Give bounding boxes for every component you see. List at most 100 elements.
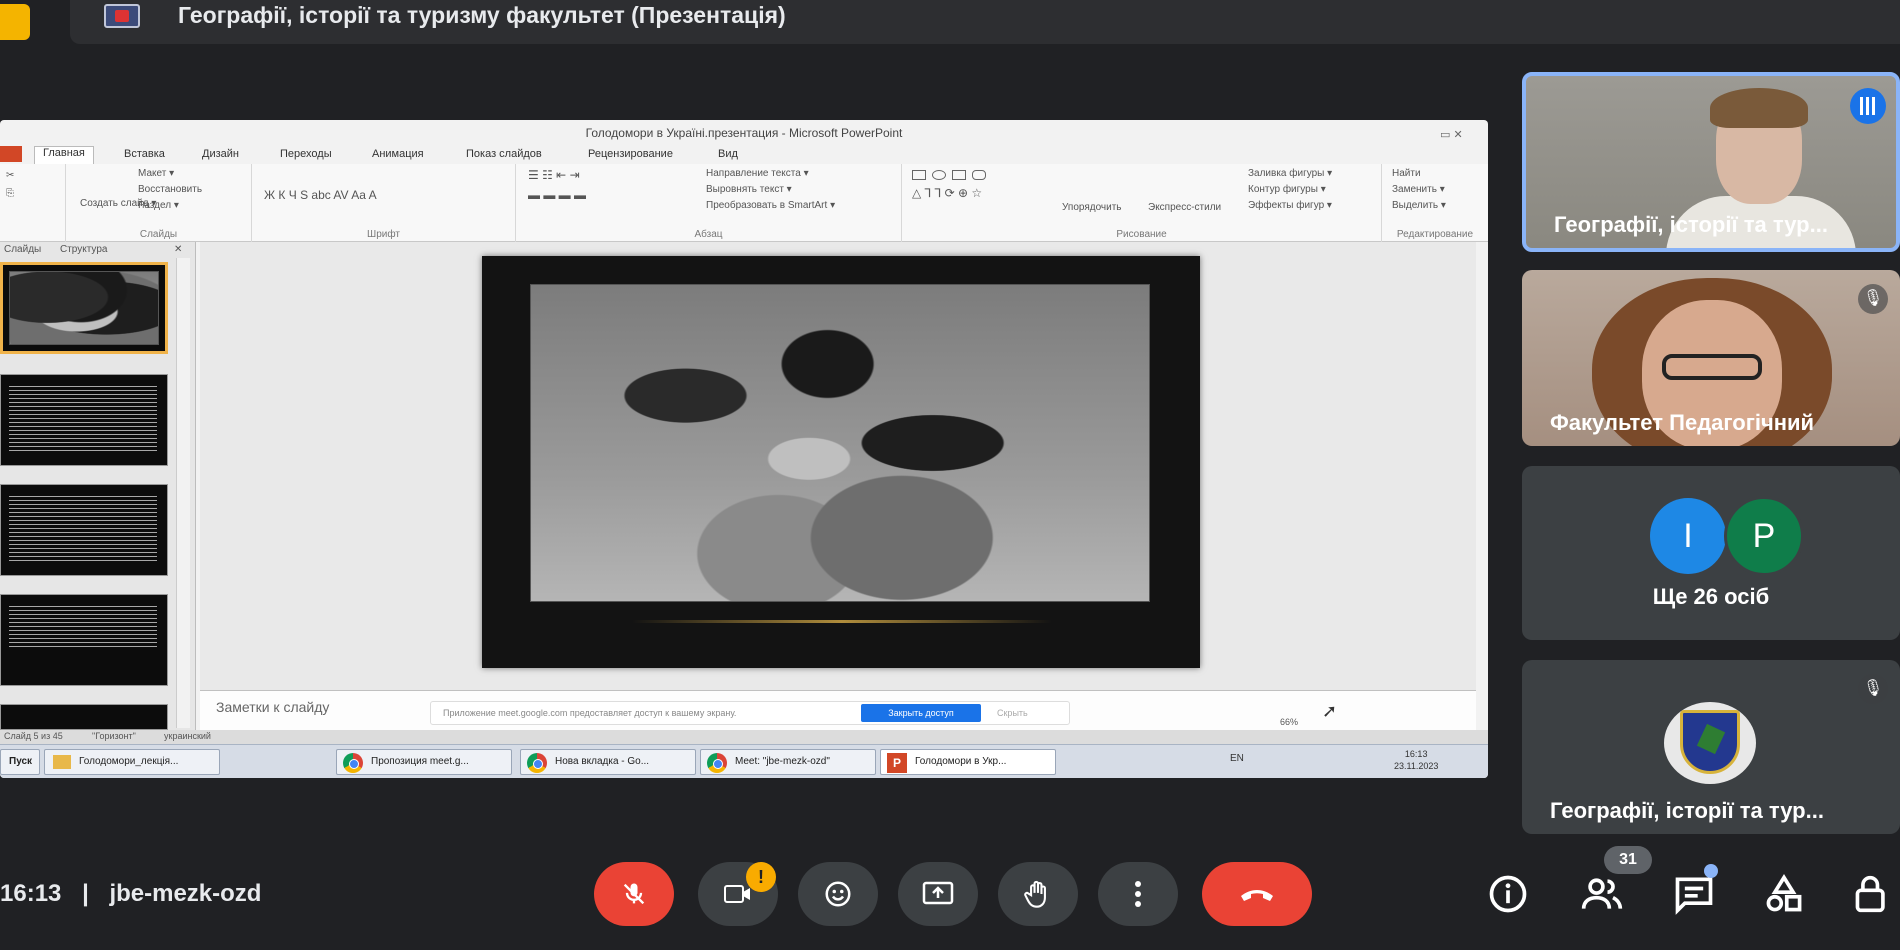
powerpoint-icon: P [887,753,907,773]
camera-warning-badge: ! [746,862,776,892]
people-icon [1581,878,1623,909]
present-button[interactable] [898,862,978,926]
text-direction-button: Направление текста ▾ [706,168,809,179]
chrome-icon [527,753,547,773]
avatar: I [1650,498,1726,574]
find-button: Найти [1392,168,1421,179]
participant-video [1710,88,1808,204]
decorative-line [632,620,1052,623]
quick-styles-button: Экспресс-стили [1148,202,1222,213]
share-notice-text: Приложение meet.google.com предоставляет… [443,708,737,718]
meeting-details-button[interactable] [1486,872,1530,916]
hand-icon [1024,880,1046,908]
slide-editing-area [200,242,1476,690]
ppt-status-bar: Слайд 5 из 45 "Горизонт" украинский [0,730,1488,744]
close-icon: ✕ [174,244,183,255]
taskbar-item-chrome: Meet: "jbe-mezk-ozd" [700,749,876,775]
ppt-tab-transitions: Переходы [280,148,332,160]
others-tile[interactable]: I P Ще 26 осіб [1522,466,1900,640]
mouse-cursor-icon: ➚ [1322,701,1338,721]
layout-button: Макет ▾ [138,168,175,179]
panel-tab-slides: Слайды [4,244,42,255]
smartart-button: Преобразовать в SmartArt ▾ [706,200,836,211]
thumbnail-scrollbar [176,258,190,728]
participant-tile[interactable]: Географії, історії та тур... [1522,72,1900,252]
current-slide [482,256,1200,668]
slide-thumbnail [0,262,168,354]
taskbar-clock: 16:13 23.11.2023 [1394,748,1438,772]
emoji-icon [825,881,851,907]
reset-button: Восстановить [138,184,203,195]
hang-up-icon [1241,890,1273,901]
language: украинский [164,731,211,741]
mic-toggle-button[interactable] [594,862,674,926]
shape-effects-button: Эффекты фигур ▾ [1248,200,1332,211]
tray-language: EN [1230,753,1244,764]
notes-pane: Заметки к слайду Приложение meet.google.… [200,690,1476,730]
paragraph-group: ☰ ☷ ⇤ ⇥ ▬ ▬ ▬ ▬ Направление текста ▾ Выр… [516,164,902,242]
chat-icon [1675,877,1713,915]
taskbar-item-chrome: Пропозиция meet.g... [336,749,512,775]
slides-group-label: Слайды [139,229,178,240]
shield-icon[interactable] [0,4,30,40]
chat-button[interactable] [1672,872,1716,916]
more-vert-icon [1135,881,1141,907]
thumbnail-text [9,383,157,453]
leave-call-button[interactable] [1202,862,1312,926]
shapes-gallery: △ ⅂ ⅂ ⟳ ⊕ ☆ [912,186,983,200]
shape-rounded-icon [972,170,986,180]
ppt-ribbon-tabs: Главная Вставка Дизайн Переходы Анимация… [0,146,1488,164]
panel-tab-outline: Структура [60,244,108,255]
cut-icon: ✂ [6,170,15,181]
folder-icon [53,755,71,769]
editing-group: Найти Заменить ▾ Выделить ▾ Редактирован… [1382,164,1488,242]
windows-taskbar: Пуск Голодомори_лекція... Пропозиция mee… [0,744,1488,778]
arrange-button: Упорядочить [1062,202,1122,213]
slides-group: Создать слайд ▾ Макет ▾ Восстановить Раз… [66,164,252,242]
slide-thumbnail [0,594,168,686]
replace-button: Заменить ▾ [1392,184,1445,195]
avatar: P [1724,496,1804,576]
thumbnail-text [9,603,157,647]
window-controls-icon: ▭ ✕ [1440,129,1463,141]
activities-button[interactable] [1762,872,1806,916]
chat-notification-dot [1704,864,1718,878]
screen-share-notice: Приложение meet.google.com предоставляет… [430,701,1070,725]
people-button[interactable] [1580,872,1624,916]
ppt-tab-home: Главная [34,146,94,164]
mic-off-icon: 🎙 [1858,284,1888,314]
list-buttons: ☰ ☷ ⇤ ⇥ [528,168,580,182]
drawing-group: △ ⅂ ⅂ ⟳ ⊕ ☆ Упорядочить Экспресс-стили З… [902,164,1382,242]
slide-thumbnail [0,374,168,466]
others-count-label: Ще 26 осіб [1652,584,1770,609]
thumbnail-photo [9,271,159,345]
meeting-info: 16:13 | jbe-mezk-ozd [0,880,261,908]
reactions-button[interactable] [798,862,878,926]
more-options-button[interactable] [1098,862,1178,926]
shape-fill-button: Заливка фигуры ▾ [1248,168,1333,179]
panel-tabs: Слайды Структура ✕ [0,242,196,258]
section-button: Раздел ▾ [138,200,179,211]
shape-rect-icon [912,170,926,180]
select-button: Выделить ▾ [1392,200,1446,211]
participant-tile[interactable]: 🎙 Факультет Педагогічний [1522,270,1900,446]
ppt-tab-design: Дизайн [202,148,239,160]
meeting-time: 16:13 [0,880,62,907]
participant-name: Географії, історії та тур... [1550,798,1824,823]
slide-thumbnail-panel: Слайды Структура ✕ [0,242,196,730]
ppt-window-title: Голодомори в Україні.презентация - Micro… [585,126,903,140]
participant-tile[interactable]: 🎙 Географії, історії та тур... [1522,660,1900,834]
taskbar-item-powerpoint: P Голодомори в Укр... [880,749,1056,775]
align-buttons: ▬ ▬ ▬ ▬ [528,188,587,202]
slide-count: Слайд 5 из 45 [4,731,63,741]
notes-placeholder: Заметки к слайду [216,699,330,715]
raise-hand-button[interactable] [998,862,1078,926]
ppt-tab-animation: Анимация [372,148,424,160]
hide-notice-button: Скрыть [997,708,1028,718]
faculty-crest-icon [1680,710,1740,774]
ppt-ribbon: ✂ ⎘ Создать слайд ▾ Макет ▾ Восстановить… [0,164,1488,242]
participant-count-badge: 31 [1604,846,1652,874]
drawing-group-label: Рисование [1116,229,1167,240]
ppt-tab-review: Рецензирование [588,148,673,160]
host-controls-button[interactable] [1852,872,1892,916]
